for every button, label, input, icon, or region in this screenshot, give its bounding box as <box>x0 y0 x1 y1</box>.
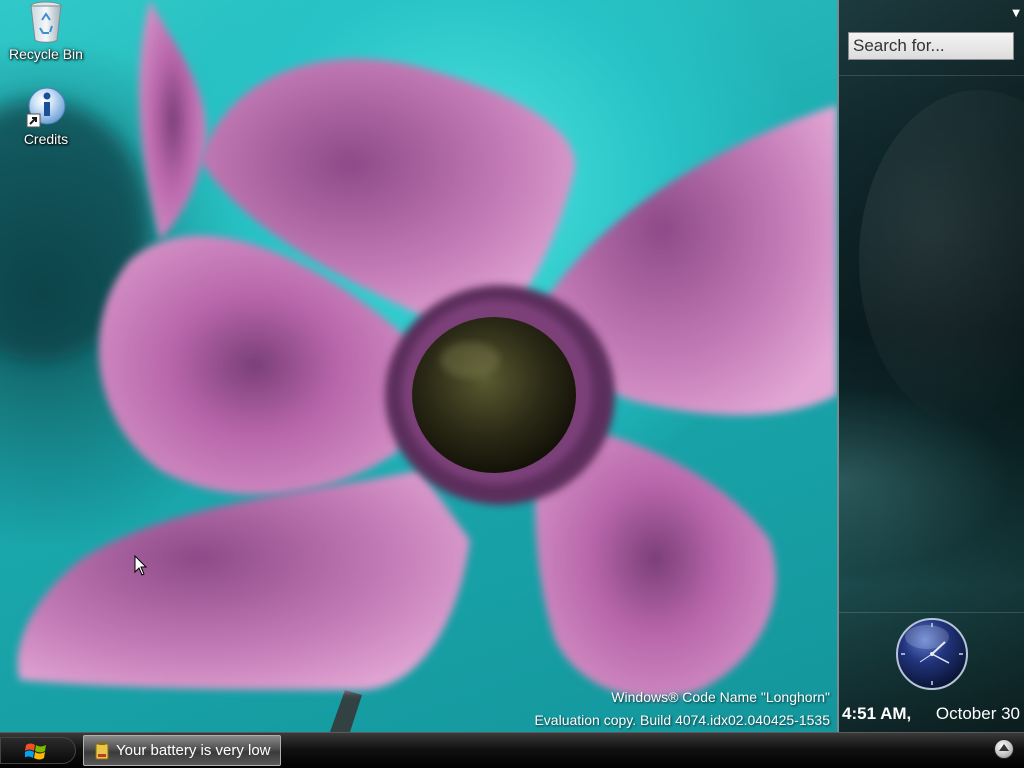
chevron-down-icon[interactable]: ▼ <box>1012 8 1020 19</box>
mouse-cursor-icon <box>134 555 148 576</box>
desktop-icon-label: Credits <box>23 131 69 147</box>
desktop-icon-credits[interactable]: Credits <box>1 87 91 147</box>
taskbar-button-battery-warning[interactable]: Your battery is very low <box>83 735 281 766</box>
flower-wallpaper-image <box>0 0 837 732</box>
taskbar: Your battery is very low <box>0 732 1024 768</box>
sidebar-divider <box>839 75 1024 76</box>
desktop-screen: Recycle Bin Credits Windows® Code Name "… <box>0 0 1024 768</box>
sidebar-glass-glow <box>839 380 1024 580</box>
recycle-bin-icon <box>30 1 62 43</box>
battery-icon <box>95 742 109 760</box>
sidebar: ▼ 4:51 AM, <box>837 0 1024 732</box>
info-shortcut-icon <box>26 87 66 128</box>
evaluation-watermark: Windows® Code Name "Longhorn" Evaluation… <box>534 686 830 732</box>
watermark-line-build: Evaluation copy. Build 4074.idx02.040425… <box>534 712 830 728</box>
sidebar-search-input[interactable] <box>848 32 1014 60</box>
clock-time: 4:51 AM, <box>842 704 912 723</box>
tray-expand-icon[interactable] <box>994 739 1014 759</box>
clock-date: October 30 <box>935 704 1020 723</box>
desktop-wallpaper[interactable] <box>0 0 837 732</box>
watermark-line-codename: Windows® Code Name "Longhorn" <box>611 689 830 705</box>
desktop-icon-recycle-bin[interactable]: Recycle Bin <box>1 0 91 62</box>
desktop-icon-label: Recycle Bin <box>9 46 83 62</box>
start-button[interactable] <box>0 737 76 764</box>
windows-logo-icon <box>25 743 46 760</box>
sidebar-divider <box>839 612 1024 613</box>
sidebar-glass-highlight <box>859 90 1024 430</box>
analog-clock-icon[interactable] <box>895 617 969 691</box>
taskbar-button-label: Your battery is very low <box>116 742 271 759</box>
